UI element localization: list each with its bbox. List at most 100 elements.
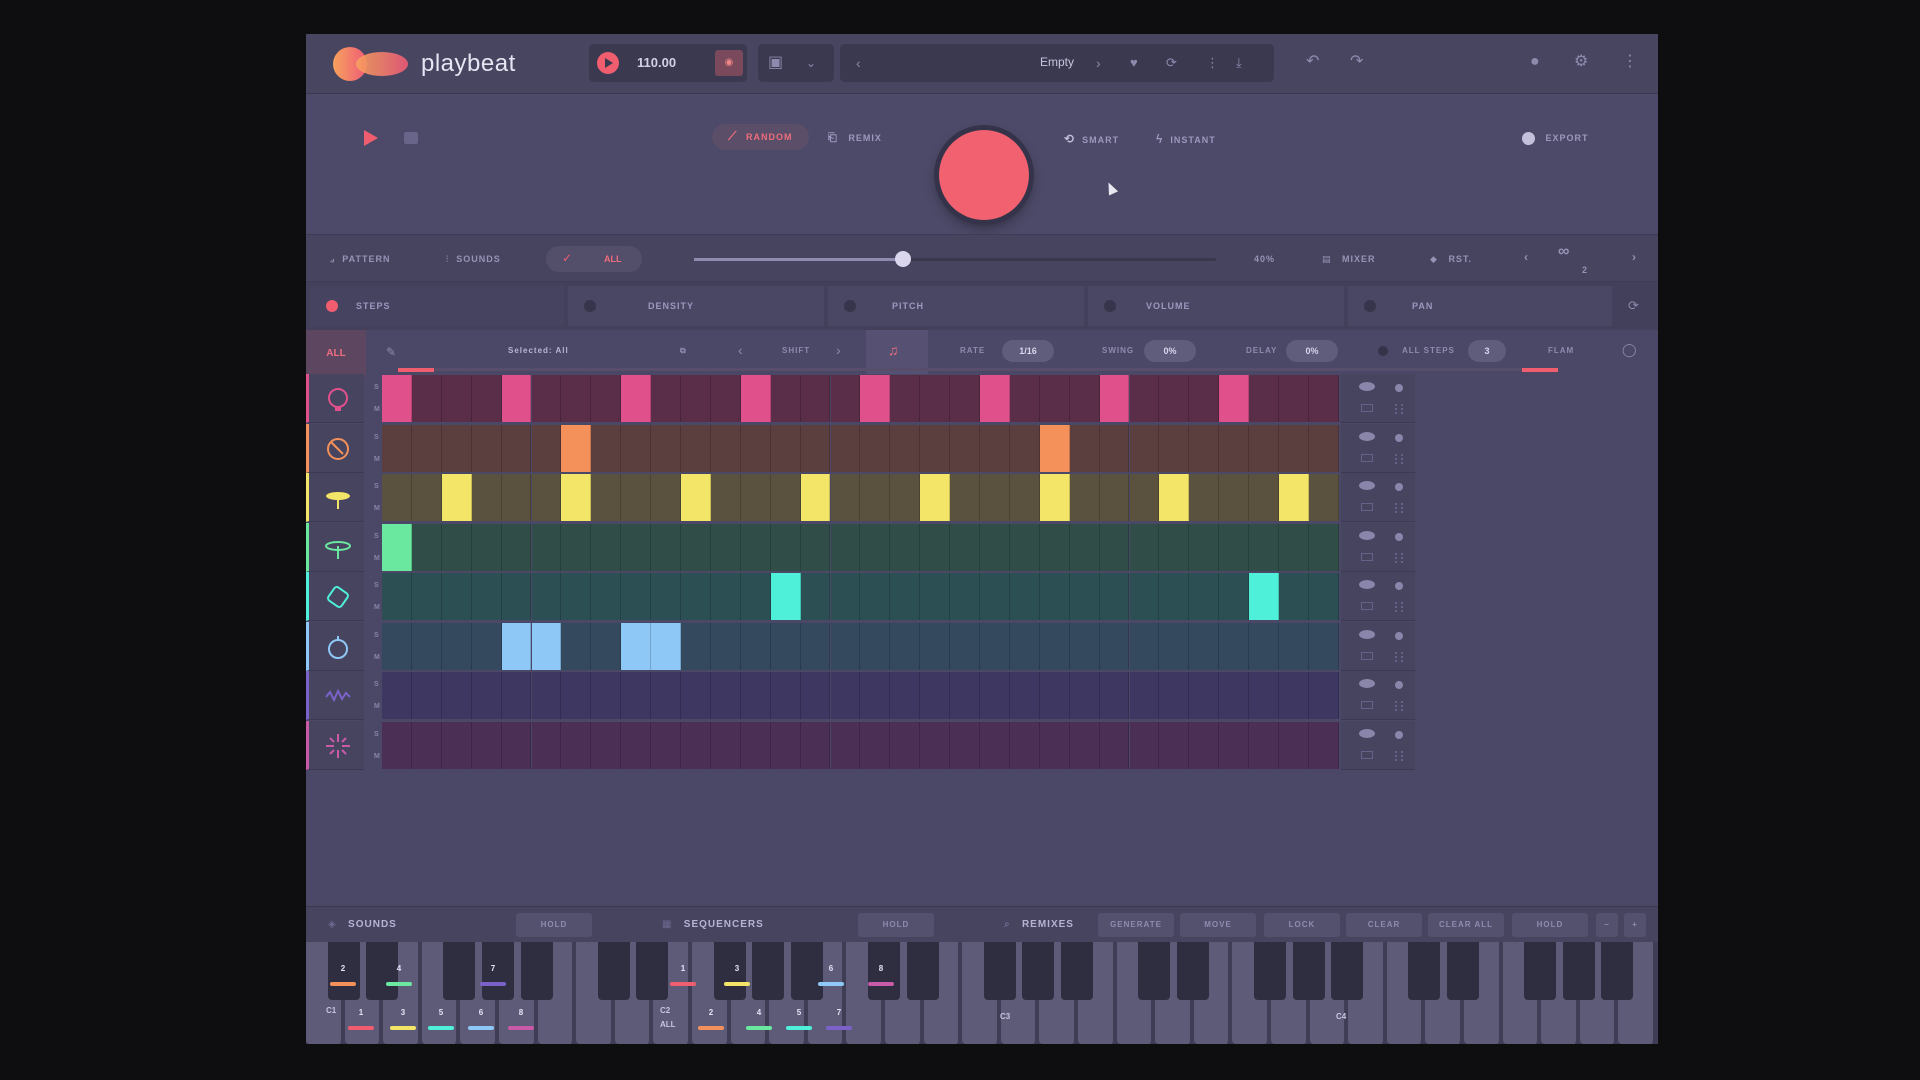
piano-black-key[interactable] [1562,942,1595,1000]
record-dot-icon[interactable] [1394,681,1403,689]
mute-toggle[interactable]: M [374,703,380,710]
step-cell[interactable] [980,424,1010,472]
step-cell[interactable] [531,474,562,521]
step-cell[interactable] [1308,523,1339,571]
step-cell[interactable] [950,424,980,472]
drag-handle-icon[interactable] [1394,552,1403,563]
sequencers-section[interactable]: ▦ SEQUENCERS [662,919,764,930]
step-cell[interactable] [830,573,861,620]
drag-handle-icon[interactable] [1394,602,1403,612]
eye-icon[interactable] [1358,629,1375,639]
tab-pan[interactable]: PAN [1348,286,1612,326]
step-cell[interactable] [770,622,801,670]
step-cell[interactable] [950,474,980,521]
step-cell[interactable] [740,424,771,472]
step-cell-active[interactable] [382,375,412,422]
step-cell[interactable] [411,672,442,719]
step-cell[interactable] [382,573,412,620]
loop-start-marker[interactable] [398,368,434,372]
step-cell-active[interactable] [382,523,412,571]
eye-icon[interactable] [1358,728,1375,738]
step-cell[interactable] [800,622,831,670]
step-cell[interactable] [1099,474,1130,521]
amount-slider[interactable] [694,258,1216,261]
step-cell[interactable] [411,375,442,422]
step-cell[interactable] [621,424,652,472]
step-cell[interactable] [471,573,502,620]
step-cell[interactable] [1069,424,1100,472]
eye-icon[interactable] [1358,431,1375,441]
settings-icon[interactable]: ⚙ [1574,54,1588,70]
tab-density[interactable]: DENSITY [568,286,824,326]
step-cell[interactable] [860,474,891,521]
step-cell[interactable] [1189,523,1220,571]
step-cell[interactable] [920,672,951,719]
step-cell[interactable] [1189,573,1220,620]
step-cell[interactable] [471,672,502,719]
mute-toggle[interactable]: M [374,406,380,413]
step-cell[interactable] [591,375,622,422]
step-cell[interactable] [920,573,951,620]
piano-black-key[interactable] [1601,942,1634,1000]
step-cell[interactable] [740,672,771,719]
step-cell[interactable] [1308,424,1339,472]
clear-button[interactable]: CLEAR [1346,913,1422,937]
piano-black-key[interactable] [1022,942,1055,1000]
step-cell[interactable] [1069,375,1100,422]
step-cell[interactable] [1308,573,1339,620]
step-cell[interactable] [1159,424,1190,472]
step-cell[interactable] [561,523,592,571]
step-cell[interactable] [471,523,502,571]
step-cell[interactable] [531,672,562,719]
step-cell[interactable] [1159,622,1190,670]
shuffle-icon[interactable] [1360,602,1373,610]
step-cell[interactable] [830,375,861,422]
step-cell[interactable] [710,523,741,571]
step-cell[interactable] [591,573,622,620]
random-button[interactable]: ⟋ RANDOM [712,124,809,150]
step-cell[interactable] [1189,424,1220,472]
step-cell[interactable] [651,573,681,620]
piano-black-key[interactable] [1524,942,1557,1000]
piano-black-key[interactable] [443,942,476,1000]
step-cell[interactable] [1279,573,1309,620]
step-cell[interactable] [471,424,502,472]
eye-icon[interactable] [1358,481,1375,490]
step-cell-active[interactable] [1099,375,1130,422]
copy-icon[interactable]: ⧉ [680,346,687,356]
mute-toggle[interactable]: M [374,753,380,760]
piano-black-key[interactable] [752,942,785,1000]
tab-volume[interactable]: VOLUME [1088,286,1344,326]
link-icon[interactable]: ⟳ [1628,298,1639,314]
record-dot-icon[interactable] [1394,582,1403,590]
step-cell[interactable] [441,721,472,769]
shuffle-icon[interactable] [1360,701,1373,709]
step-cell[interactable] [1219,672,1250,719]
step-cell[interactable] [651,375,681,422]
step-cell[interactable] [1129,424,1160,472]
piano-black-key[interactable] [1292,942,1325,1000]
step-cell[interactable] [1009,672,1040,719]
step-cell[interactable] [980,622,1010,670]
step-cell[interactable] [441,573,472,620]
step-cell[interactable] [1069,622,1100,670]
piano-black-key[interactable] [1176,942,1209,1000]
step-cell[interactable] [651,474,681,521]
piano-black-key[interactable] [1138,942,1171,1000]
shuffle-icon[interactable] [1360,404,1373,412]
step-cell[interactable] [710,424,741,472]
play-button[interactable] [364,130,378,146]
step-cell[interactable] [1279,375,1309,422]
step-cell[interactable] [411,573,442,620]
step-cell[interactable] [800,523,831,571]
step-cell-active[interactable] [980,375,1010,422]
generate-bottom-button[interactable]: GENERATE [1098,913,1174,937]
plus-button[interactable]: + [1624,913,1646,937]
step-cell[interactable] [1219,523,1250,571]
eye-icon[interactable] [1358,382,1375,391]
step-cell[interactable] [830,672,861,719]
step-cell[interactable] [1159,672,1190,719]
move-button[interactable]: MOVE [1180,913,1256,937]
drag-handle-icon[interactable] [1394,453,1403,464]
step-cell[interactable] [1308,375,1339,422]
